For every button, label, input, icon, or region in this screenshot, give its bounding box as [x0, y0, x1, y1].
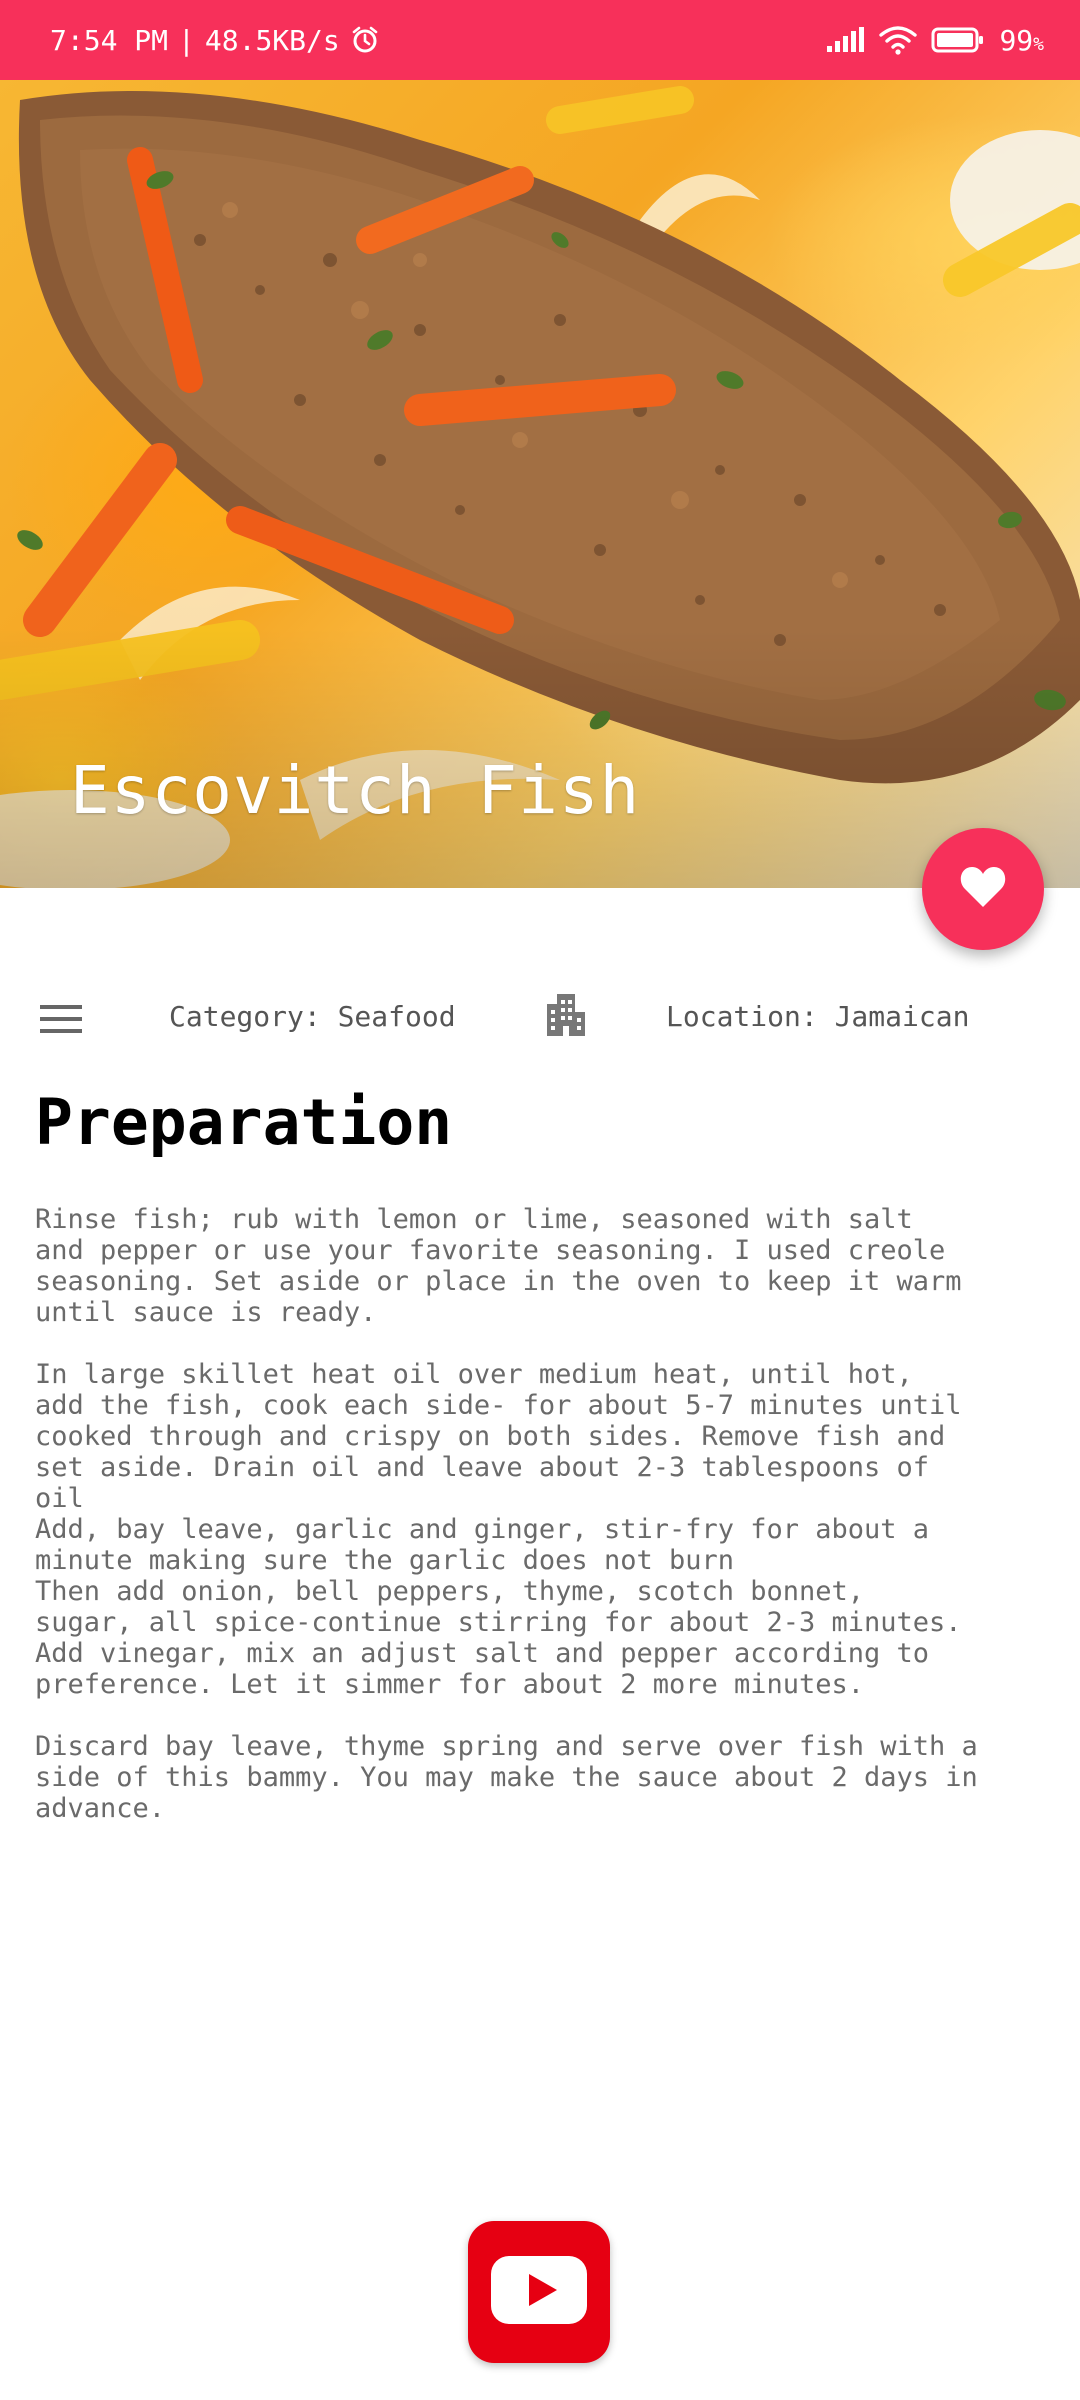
status-network-speed: 48.5KB/s: [204, 23, 340, 57]
category-label: Category: Seafood: [169, 1000, 456, 1033]
battery-percent: 99%: [999, 23, 1044, 57]
favorite-button[interactable]: [922, 828, 1044, 950]
preparation-instructions: Rinse fish; rub with lemon or lime, seas…: [35, 1204, 978, 1824]
youtube-button[interactable]: [468, 2221, 610, 2363]
battery-icon: [931, 26, 985, 54]
building-icon: [545, 990, 587, 1042]
menu-icon: [40, 1002, 82, 1040]
status-separator: |: [178, 23, 195, 57]
heart-icon: [959, 865, 1007, 913]
alarm-icon: [350, 25, 380, 55]
wifi-icon: [879, 25, 918, 55]
status-time: 7:54 PM: [50, 23, 169, 57]
recipe-hero-image: 440" x2="640" y2="680" stroke="#f05d18" …: [0, 80, 1080, 888]
status-bar: 7:54 PM | 48.5KB/s 99%: [0, 0, 1080, 80]
recipe-meta-row: Category: Seafood Location: Jamaican: [0, 990, 1080, 1056]
recipe-title: Escovitch Fish: [70, 752, 641, 829]
recipe-detail-screen: 7:54 PM | 48.5KB/s 99% Escovitch Fish Ca…: [0, 0, 1080, 2400]
location-label: Location: Jamaican: [666, 1000, 970, 1033]
preparation-heading: Preparation: [35, 1086, 453, 1159]
signal-icon: [825, 27, 865, 53]
youtube-icon: [491, 2256, 587, 2328]
